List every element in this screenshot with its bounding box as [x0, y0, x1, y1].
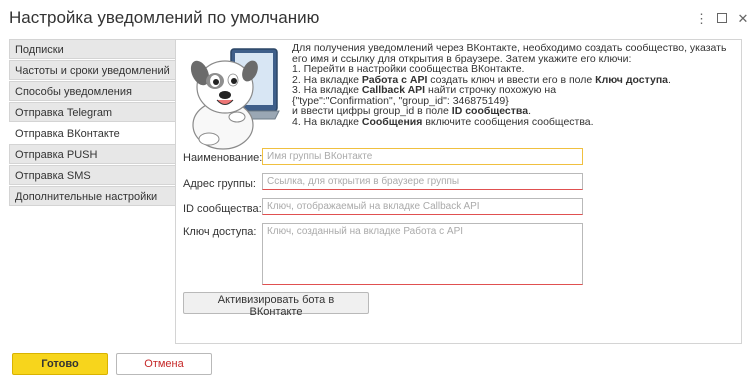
vk-mascot-dog-icon [190, 48, 280, 150]
window-title: Настройка уведомлений по умолчанию [9, 8, 320, 27]
instructions-step-3: 3. На вкладке Callback API найти строчку… [292, 84, 557, 96]
group-address-input[interactable] [262, 173, 583, 190]
sidebar-item-subscriptions[interactable]: Подписки [9, 39, 176, 59]
sidebar-item-sms[interactable]: Отправка SMS [9, 165, 176, 185]
done-button[interactable]: Готово [12, 353, 108, 375]
group-name-label: Наименование: [183, 152, 263, 164]
group-address-label: Адрес группы: [183, 178, 256, 190]
sidebar-item-push[interactable]: Отправка PUSH [9, 144, 176, 164]
cancel-button[interactable]: Отмена [116, 353, 212, 375]
sidebar-item-frequency[interactable]: Частоты и сроки уведомлений [9, 60, 176, 80]
vk-setup-instructions: Для получения уведомлений через ВКонтакт… [292, 43, 738, 127]
access-key-textarea[interactable] [262, 223, 583, 285]
close-icon[interactable]: ✕ [737, 12, 749, 25]
instructions-step-4: 4. На вкладке Сообщения включите сообщен… [292, 115, 594, 128]
more-menu-icon[interactable]: ⋮ [695, 12, 708, 25]
sidebar-item-methods[interactable]: Способы уведомления [9, 81, 176, 101]
sidebar-item-telegram[interactable]: Отправка Telegram [9, 102, 176, 122]
community-id-input[interactable] [262, 198, 583, 215]
access-key-label: Ключ доступа: [183, 226, 257, 238]
title-bar: Настройка уведомлений по умолчанию ⋮ ✕ [0, 0, 753, 38]
sidebar-item-vkontakte[interactable]: Отправка ВКонтакте [9, 123, 176, 143]
instructions-intro: Для получения уведомлений через ВКонтакт… [292, 42, 727, 65]
group-name-input[interactable] [262, 148, 583, 165]
sidebar-item-additional[interactable]: Дополнительные настройки [9, 186, 176, 206]
activate-bot-button[interactable]: Активизировать бота в ВКонтакте [183, 292, 369, 318]
settings-sidebar: Подписки Частоты и сроки уведомлений Спо… [9, 39, 176, 207]
community-id-label: ID сообщества: [183, 203, 262, 215]
maximize-icon[interactable] [716, 13, 728, 25]
